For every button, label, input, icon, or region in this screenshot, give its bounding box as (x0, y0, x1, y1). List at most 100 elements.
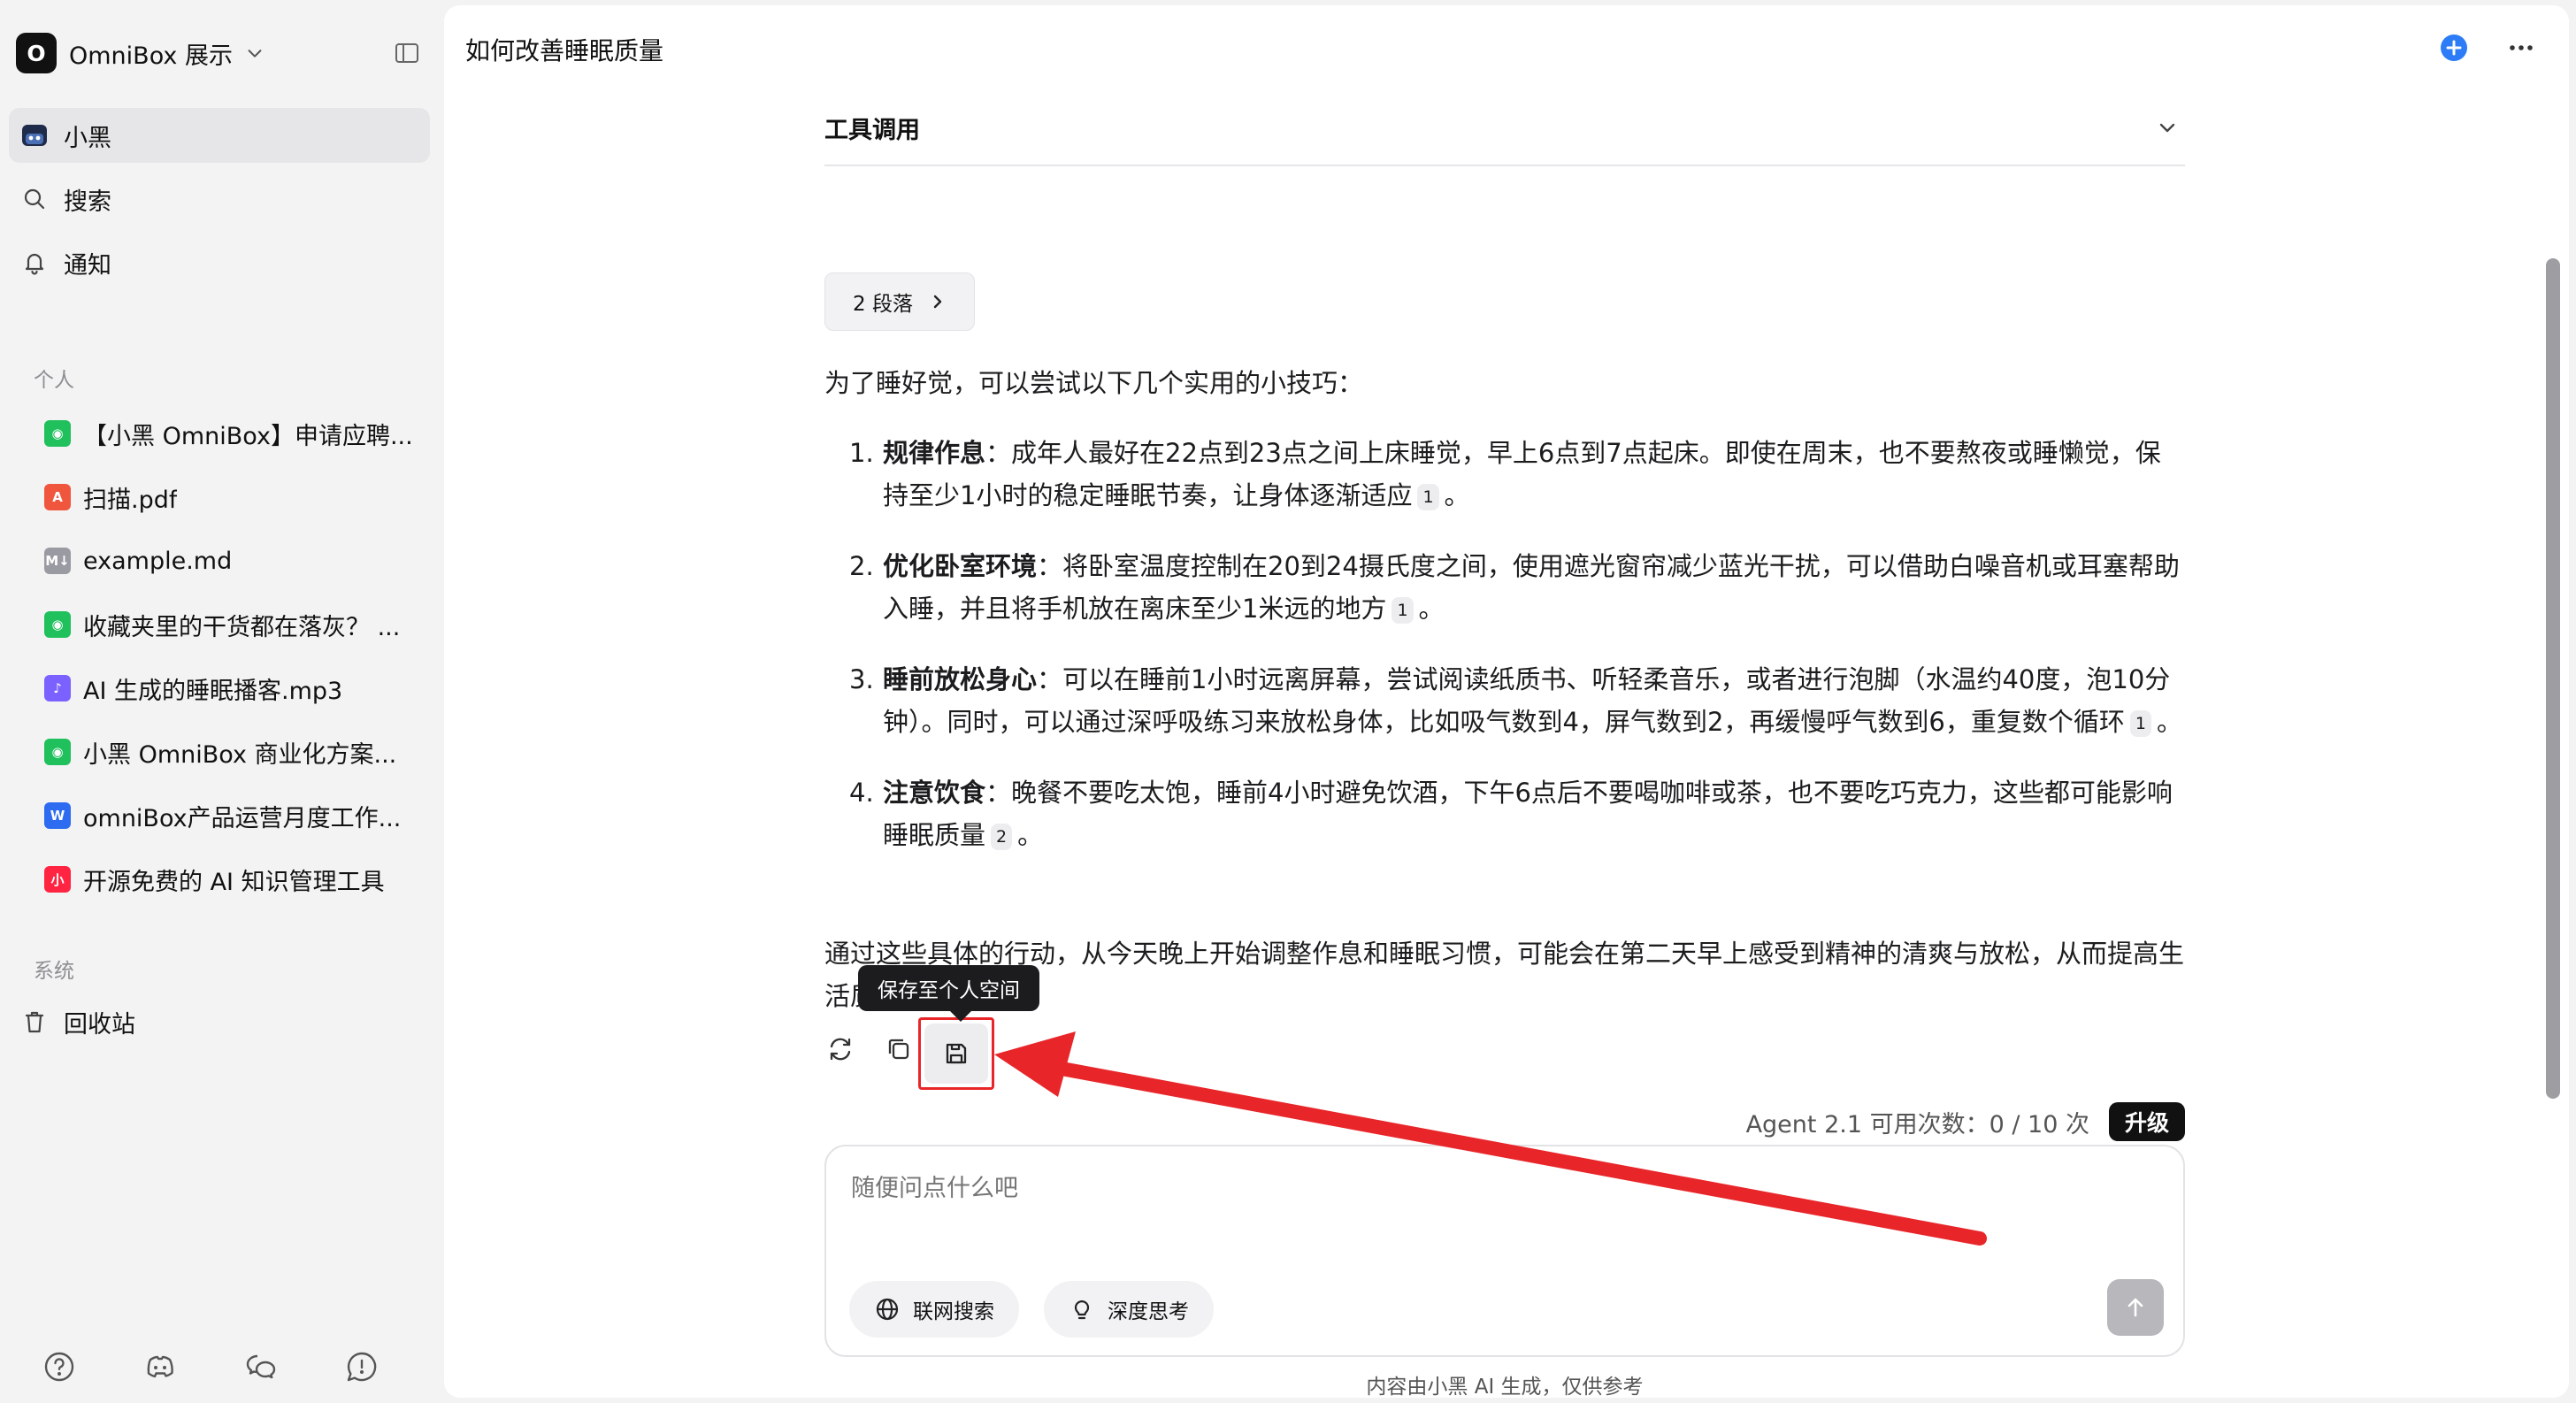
file-list-item-label: example.md (83, 547, 233, 575)
xiaohongshu-icon: 小 (44, 866, 71, 893)
file-list-item[interactable]: ♪ AI 生成的睡眠播客.mp3 (44, 662, 433, 715)
file-list-item[interactable]: WomniBox产品运营月度工作... (44, 789, 433, 842)
chevron-down-icon (248, 50, 262, 58)
tip-end: 。 (1444, 480, 1470, 510)
wechat-icon: ◉ (44, 611, 71, 638)
section-label-system: 系统 (34, 960, 74, 983)
sidebar-item-label: 小黑 (64, 124, 111, 152)
chat-panel: 如何改善睡眠质量 工具调用 2 段落 为了睡好觉，可以尝试以下几个实用的小技巧：… (444, 5, 2569, 1398)
web-search-label: 联网搜索 (913, 1300, 994, 1323)
deep-think-label: 深度思考 (1108, 1300, 1189, 1323)
tips-list: 1. 规律作息：成年人最好在22点到23点之间上床睡觉，早上6点到7点起床。即使在… (824, 432, 2185, 885)
feedback-icon[interactable] (345, 1350, 379, 1384)
save-to-space-button[interactable] (924, 1024, 988, 1084)
wechat-community-icon[interactable] (244, 1350, 278, 1384)
deep-think-toggle[interactable]: 深度思考 (1044, 1281, 1214, 1338)
send-button[interactable] (2107, 1279, 2164, 1336)
quota-text: Agent 2.1 可用次数：0 / 10 次 (1745, 1110, 2089, 1138)
answer-intro: 为了睡好觉，可以尝试以下几个实用的小技巧： (824, 368, 1364, 398)
file-list-item[interactable]: A 扫描.pdf (44, 471, 433, 524)
tip-item: 4. 注意饮食：晚餐不要吃太饱，睡前4小时避免饮酒，下午6点后不要喝咖啡或茶，也不… (824, 771, 2185, 856)
trash-icon (19, 1007, 50, 1037)
save-icon (946, 1043, 967, 1064)
chevron-down-icon (2159, 123, 2175, 133)
chat-title: 如何改善睡眠质量 (465, 36, 664, 65)
sidebar-footer (42, 1350, 379, 1384)
citation-badge[interactable]: 1 (1392, 597, 1414, 624)
discord-icon[interactable] (143, 1350, 177, 1384)
search-icon (19, 184, 50, 214)
wechat-icon: ◉ (44, 420, 71, 447)
file-list-item[interactable]: M↓ example.md (44, 534, 433, 587)
sidebar-item-label: 通知 (64, 251, 111, 280)
file-list-item-label: 【小黑 OmniBox】申请应聘... (83, 422, 413, 450)
scrollbar[interactable] (2546, 258, 2560, 1099)
tool-call-accordion[interactable]: 工具调用 (824, 90, 2185, 166)
paragraph-chip[interactable]: 2 段落 (824, 272, 975, 331)
copy-icon[interactable] (883, 1033, 915, 1065)
tip-text: ：成年人最好在22点到23点之间上床睡觉，早上6点到7点起床。即使在周末，也不要… (883, 438, 2161, 510)
regenerate-icon[interactable] (824, 1033, 856, 1065)
tool-call-label: 工具调用 (824, 116, 920, 144)
tip-text: ：可以在睡前1小时远离屏幕，尝试阅读纸质书、听轻柔音乐，或者进行泡脚（水温约40… (883, 664, 2171, 737)
tip-number: 3. (849, 664, 874, 694)
file-list-item[interactable]: 小开源免费的 AI 知识管理工具 (44, 853, 433, 906)
bell-icon (19, 248, 50, 278)
sidebar-item-assistant[interactable]: 小黑 (9, 108, 430, 163)
tip-number: 4. (849, 778, 874, 808)
tip-number: 1. (849, 438, 874, 468)
web-search-toggle[interactable]: 联网搜索 (849, 1281, 1019, 1338)
chat-input[interactable] (851, 1175, 2089, 1202)
file-list-item-label: 开源免费的 AI 知识管理工具 (83, 868, 385, 896)
file-list-item-label: omniBox产品运营月度工作... (83, 804, 402, 832)
file-list-item[interactable]: ◉ 【小黑 OmniBox】申请应聘... (44, 407, 433, 460)
tip-end: 。 (1017, 820, 1044, 850)
tip-text: ：晚餐不要吃太饱，睡前4小时避免饮酒，下午6点后不要喝咖啡或茶，也不要吃巧克力，… (883, 778, 2173, 850)
file-list-item-label: 小黑 OmniBox 商业化方案... (83, 740, 397, 769)
tip-text: ：将卧室温度控制在20到24摄氏度之间，使用遮光窗帘减少蓝光干扰，可以借助白噪音… (883, 551, 2180, 624)
upgrade-button[interactable]: 升级 (2108, 1102, 2185, 1141)
citation-badge[interactable]: 2 (991, 824, 1013, 850)
quota-bar: Agent 2.1 可用次数：0 / 10 次 升级 (1746, 1102, 2185, 1141)
sidebar-item-notifications[interactable]: 通知 (9, 235, 430, 290)
markdown-icon: M↓ (44, 548, 71, 574)
file-list-item-label: 扫描.pdf (83, 486, 178, 514)
new-chat-icon[interactable] (2438, 32, 2470, 64)
word-icon: W (44, 802, 71, 829)
file-list-item-label: 收藏夹里的干货都在落灰？ ... (83, 613, 401, 641)
sidebar-item-search[interactable]: 搜索 (9, 172, 430, 226)
message-actions (824, 1033, 915, 1065)
workspace-switcher[interactable]: O OmniBox 展示 (16, 30, 428, 76)
sidebar-item-trash[interactable]: 回收站 (9, 994, 430, 1049)
help-icon[interactable] (42, 1350, 76, 1384)
chevron-right-icon (933, 295, 942, 309)
chat-top-actions (2438, 32, 2537, 64)
save-highlight-box (918, 1017, 994, 1090)
lightbulb-icon (1074, 1300, 1090, 1320)
tip-item: 2. 优化卧室环境：将卧室温度控制在20到24摄氏度之间，使用遮光窗帘减少蓝光干扰… (824, 545, 2185, 630)
globe-icon (876, 1298, 899, 1321)
tip-end: 。 (2156, 707, 2182, 737)
tip-item: 3. 睡前放松身心：可以在睡前1小时远离屏幕，尝试阅读纸质书、听轻柔音乐，或者进行… (824, 658, 2185, 743)
wechat-icon: ◉ (44, 739, 71, 765)
workspace-name: OmniBox 展示 (69, 42, 233, 70)
tip-end: 。 (1418, 594, 1445, 624)
sidebar: O OmniBox 展示 小黑 搜索 通知 个人 ◉ 【小黑 OmniBox】申请… (0, 0, 444, 1403)
audio-icon: ♪ (44, 675, 71, 702)
assistant-avatar-icon (19, 120, 50, 150)
tip-title: 睡前放松身心 (883, 664, 1038, 694)
tip-title: 规律作息 (883, 438, 986, 468)
more-options-icon[interactable] (2505, 32, 2537, 64)
file-list-item-label: AI 生成的睡眠播客.mp3 (83, 677, 343, 705)
file-list-item[interactable]: ◉ 收藏夹里的干货都在落灰？ ... (44, 598, 433, 651)
pdf-icon: A (44, 484, 71, 510)
file-list-item[interactable]: ◉ 小黑 OmniBox 商业化方案... (44, 725, 433, 778)
save-tooltip: 保存至个人空间 (858, 965, 1039, 1022)
citation-badge[interactable]: 1 (2129, 710, 2151, 737)
paragraph-chip-label: 2 段落 (853, 293, 913, 316)
tip-number: 2. (849, 551, 874, 581)
sidebar-toggle-icon[interactable] (393, 39, 421, 67)
section-label-personal: 个人 (34, 369, 74, 392)
sidebar-item-label: 回收站 (64, 1010, 135, 1039)
citation-badge[interactable]: 1 (1417, 484, 1439, 510)
